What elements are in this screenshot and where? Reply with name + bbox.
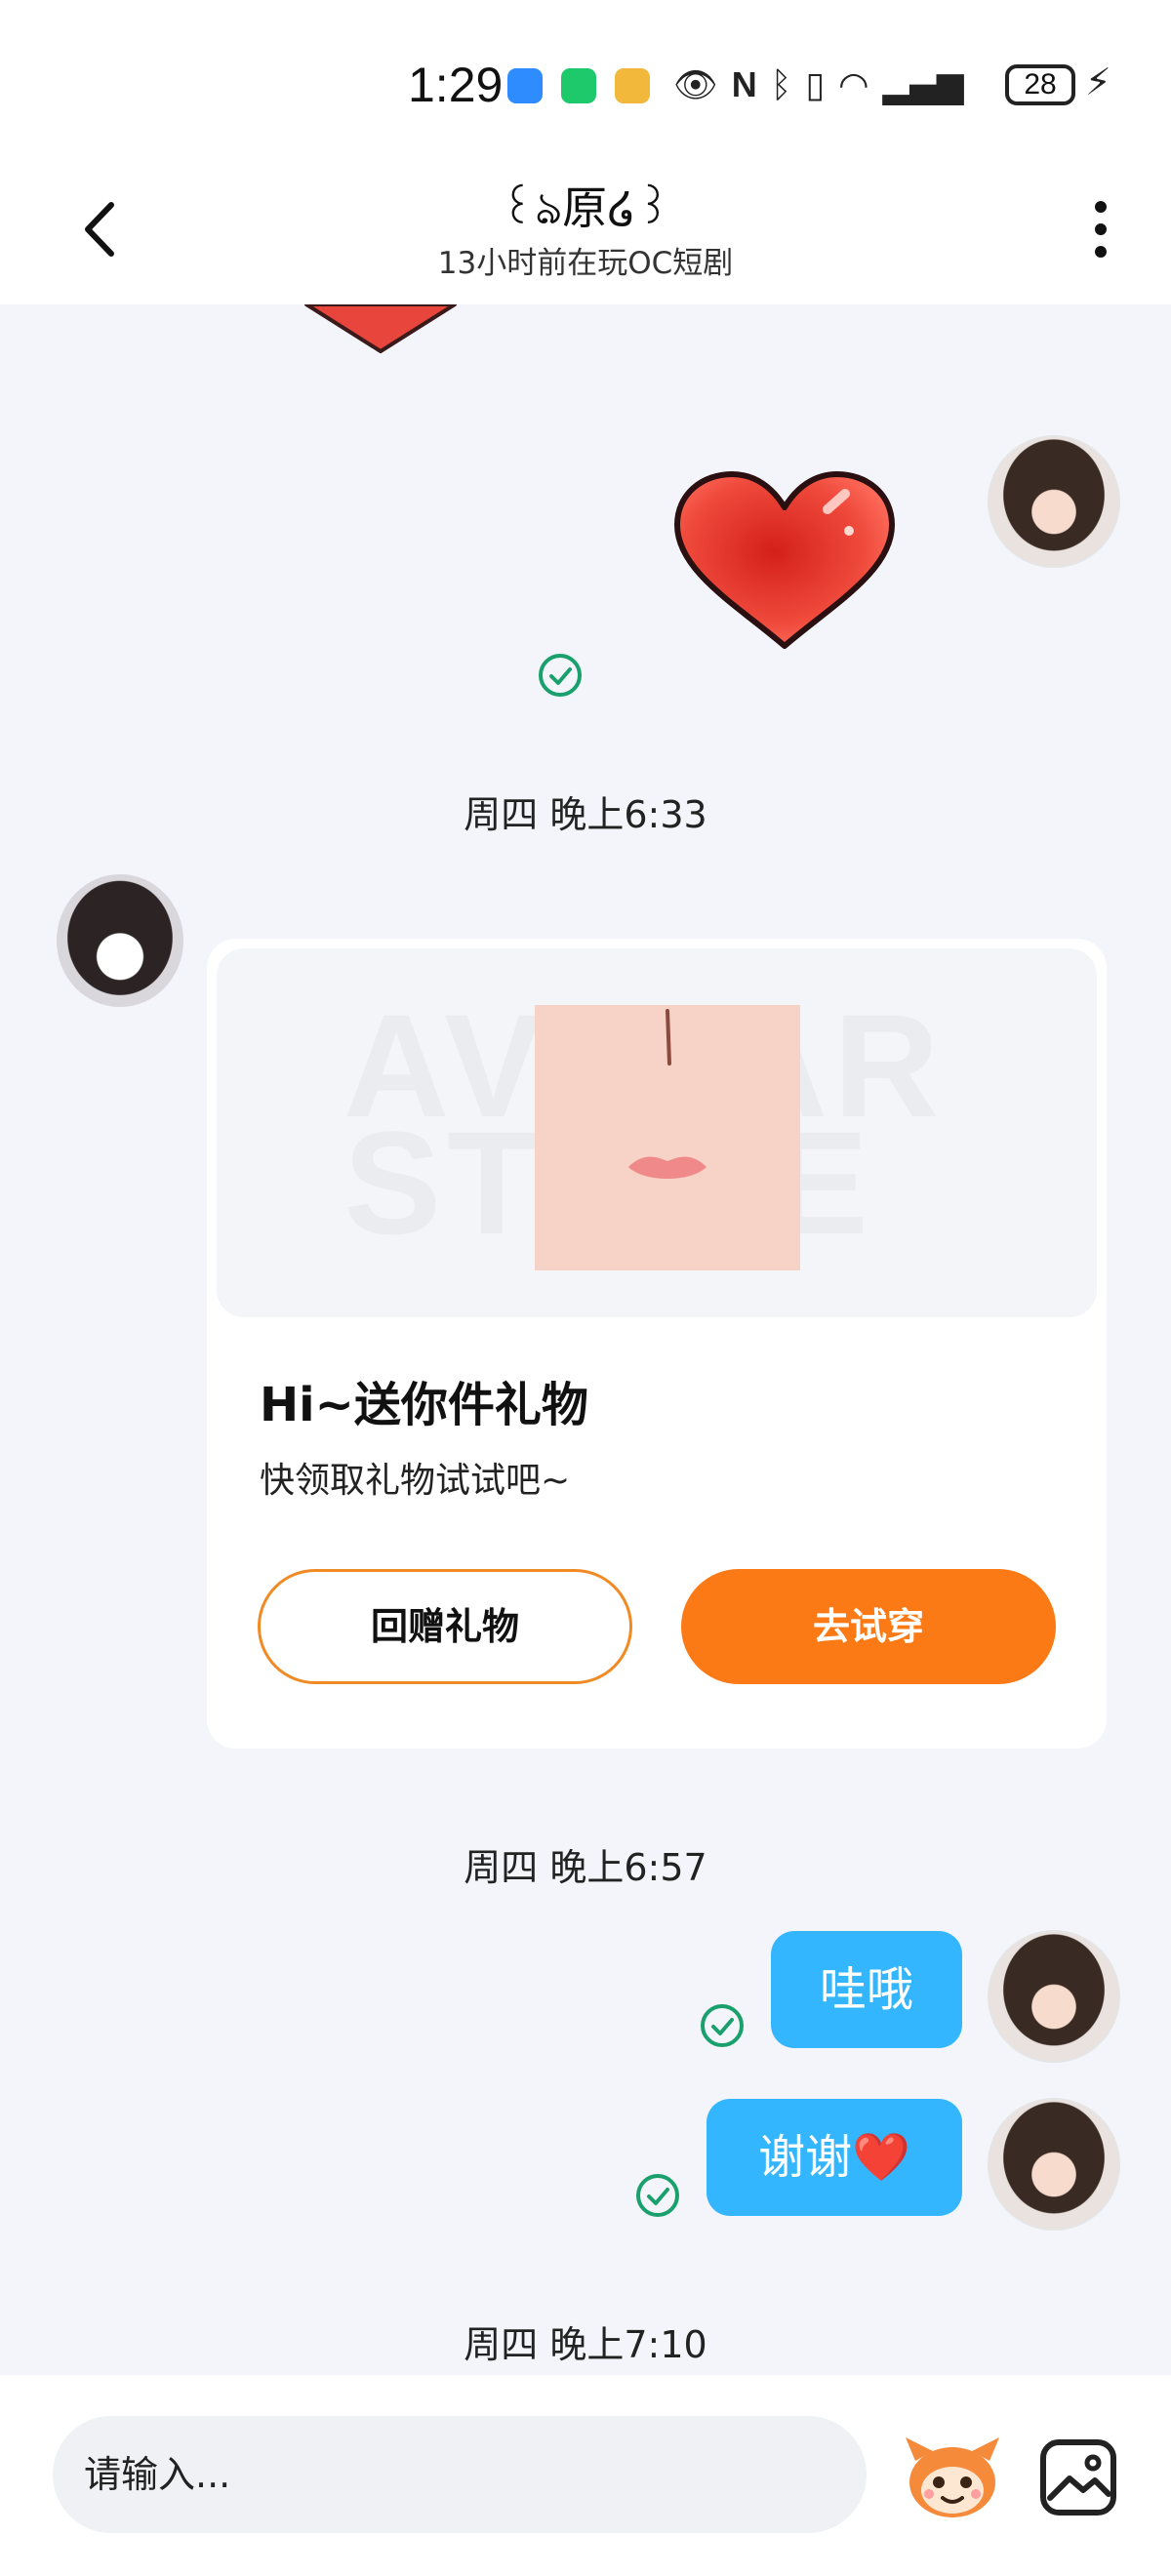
gift-preview: AVATAR STORE	[217, 948, 1097, 1317]
status-time: 1:29	[408, 58, 504, 112]
bluetooth-icon: ᛒ	[770, 64, 792, 105]
heart-sticker[interactable]	[671, 470, 898, 652]
signal-icon: ▂▄▆	[882, 64, 964, 105]
read-check-icon	[636, 2174, 679, 2217]
more-options-icon[interactable]	[1083, 195, 1118, 263]
game-app-icon	[615, 68, 650, 103]
read-check-icon	[701, 2004, 744, 2047]
my-avatar[interactable]	[988, 435, 1120, 568]
gift-subtitle: 快领取礼物试试吧~	[260, 1461, 571, 1501]
vibrate-icon: ▯	[805, 64, 826, 105]
message-timestamp: 周四 晚上7:10	[464, 2323, 707, 2366]
charging-icon: ⚡	[1085, 60, 1111, 103]
message-timestamp: 周四 晚上6:57	[464, 1846, 707, 1889]
read-check-icon	[539, 654, 582, 697]
mascot-sticker-icon[interactable]	[900, 2432, 1005, 2521]
message-bubble[interactable]: 哇哦	[771, 1931, 962, 2048]
eye-icon: 👁	[673, 65, 718, 105]
my-avatar[interactable]	[988, 1930, 1120, 2063]
gift-card: AVATAR STORE Hi~送你件礼物 快领取礼物试试吧~ 回赠礼物 去试穿	[207, 939, 1107, 1749]
gift-item-image	[535, 1005, 800, 1270]
nfc-icon: N	[731, 64, 757, 104]
battery-indicator: 28	[1005, 64, 1075, 105]
my-avatar[interactable]	[988, 2098, 1120, 2231]
status-icons: 👁 N ᛒ ▯ ◠ ▂▄▆	[673, 60, 964, 109]
status-bar: 1:29 👁 N ᛒ ▯ ◠ ▂▄▆ 28 ⚡	[0, 0, 1171, 171]
heart-sticker-partial	[304, 304, 457, 353]
message-timestamp: 周四 晚上6:33	[464, 793, 707, 836]
wifi-icon: ◠	[838, 64, 869, 105]
contact-avatar[interactable]	[57, 874, 183, 1007]
gift-title: Hi~送你件礼物	[260, 1378, 588, 1432]
return-gift-button[interactable]: 回赠礼物	[258, 1569, 632, 1684]
image-picker-icon[interactable]	[1038, 2437, 1118, 2517]
try-on-button[interactable]: 去试穿	[681, 1569, 1056, 1684]
presence-status: 13小时前在玩OC短剧	[437, 246, 734, 281]
message-bubble[interactable]: 谢谢❤️	[707, 2099, 962, 2216]
phone-app-icon	[561, 68, 596, 103]
cloud-app-icon	[507, 68, 543, 103]
message-input[interactable]: 请输入...	[53, 2416, 867, 2533]
